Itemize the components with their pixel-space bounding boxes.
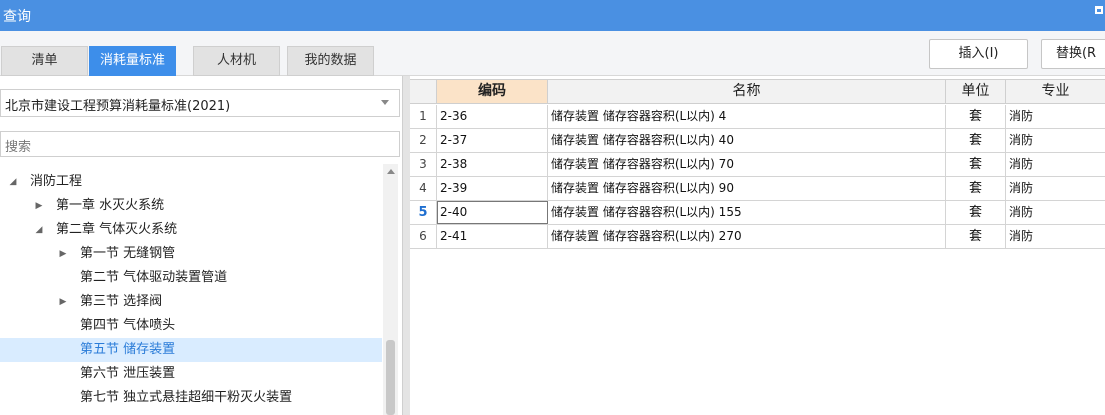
scrollbar-thumb[interactable] <box>386 340 395 415</box>
results-table: 编码 名称 单位 专业 1 2-36 储存装置 储存容器容积(L以内) 4 套 … <box>410 76 1105 415</box>
tree-node-fire-engineering[interactable]: ◢ 消防工程 <box>0 170 382 194</box>
title-bar: 查询 <box>0 0 1105 31</box>
panel-splitter[interactable] <box>402 76 410 415</box>
tab-labor-material-machine[interactable]: 人材机 <box>193 46 280 76</box>
tab-consumption-standard[interactable]: 消耗量标准 <box>89 46 176 76</box>
chevron-down-icon[interactable] <box>381 100 389 105</box>
window-title: 查询 <box>3 9 31 25</box>
tree-node-chapter-1[interactable]: ▶ 第一章 水灭火系统 <box>0 194 382 218</box>
tree-node-chapter-2[interactable]: ◢ 第二章 气体灭火系统 <box>0 218 382 242</box>
tree-node-section-1[interactable]: ▶ 第一节 无缝钢管 <box>0 242 382 266</box>
toolbar: 清单 消耗量标准 人材机 我的数据 插入(I) 替换(R <box>0 31 1105 76</box>
left-panel: 北京市建设工程预算消耗量标准(2021) 搜索 ◢ 消防工程 ▶ 第一章 水灭火… <box>0 76 402 415</box>
tab-bill[interactable]: 清单 <box>1 46 88 76</box>
tree-node-section-4[interactable]: 第四节 气体喷头 <box>0 314 382 338</box>
table-header: 编码 名称 单位 专业 <box>410 79 1105 104</box>
column-header-specialty[interactable]: 专业 <box>1006 80 1105 103</box>
tree-node-section-2[interactable]: 第二节 气体驱动装置管道 <box>0 266 382 290</box>
column-header-name[interactable]: 名称 <box>548 80 946 103</box>
scroll-up-icon[interactable] <box>387 169 395 174</box>
maximize-icon[interactable] <box>1095 6 1103 14</box>
expand-triangle-icon[interactable]: ▶ <box>58 242 68 266</box>
tree-node-section-3[interactable]: ▶ 第三节 选择阀 <box>0 290 382 314</box>
column-header-code[interactable]: 编码 <box>437 80 548 103</box>
tree-node-section-7[interactable]: 第七节 独立式悬挂超细干粉灭火装置 <box>0 386 382 410</box>
standard-select[interactable]: 北京市建设工程预算消耗量标准(2021) <box>0 89 400 117</box>
table-row[interactable]: 2 2-37 储存装置 储存容器容积(L以内) 40 套 消防 <box>410 129 1105 153</box>
column-header-index <box>410 80 437 103</box>
collapse-triangle-icon[interactable]: ◢ <box>8 170 18 194</box>
expand-triangle-icon[interactable]: ▶ <box>34 194 44 218</box>
collapse-triangle-icon[interactable]: ◢ <box>34 218 44 242</box>
table-row[interactable]: 4 2-39 储存装置 储存容器容积(L以内) 90 套 消防 <box>410 177 1105 201</box>
insert-button[interactable]: 插入(I) <box>929 39 1028 69</box>
table-row[interactable]: 3 2-38 储存装置 储存容器容积(L以内) 70 套 消防 <box>410 153 1105 177</box>
replace-button[interactable]: 替换(R <box>1041 39 1105 69</box>
table-row[interactable]: 1 2-36 储存装置 储存容器容积(L以内) 4 套 消防 <box>410 105 1105 129</box>
column-header-unit[interactable]: 单位 <box>946 80 1006 103</box>
expand-triangle-icon[interactable]: ▶ <box>58 290 68 314</box>
table-row-current[interactable]: 5 2-40 储存装置 储存容器容积(L以内) 155 套 消防 <box>410 201 1105 225</box>
chapter-tree: ◢ 消防工程 ▶ 第一章 水灭火系统 ◢ 第二章 气体灭火系统 ▶ 第一节 无缝… <box>0 170 382 415</box>
tree-scrollbar[interactable] <box>383 164 398 415</box>
tab-my-data[interactable]: 我的数据 <box>287 46 374 76</box>
standard-select-value: 北京市建设工程预算消耗量标准(2021) <box>5 99 231 114</box>
tree-node-section-6[interactable]: 第六节 泄压装置 <box>0 362 382 386</box>
search-input[interactable]: 搜索 <box>0 131 400 157</box>
table-row[interactable]: 6 2-41 储存装置 储存容器容积(L以内) 270 套 消防 <box>410 225 1105 249</box>
tree-node-section-5[interactable]: 第五节 储存装置 <box>0 338 382 362</box>
search-placeholder: 搜索 <box>5 140 32 155</box>
